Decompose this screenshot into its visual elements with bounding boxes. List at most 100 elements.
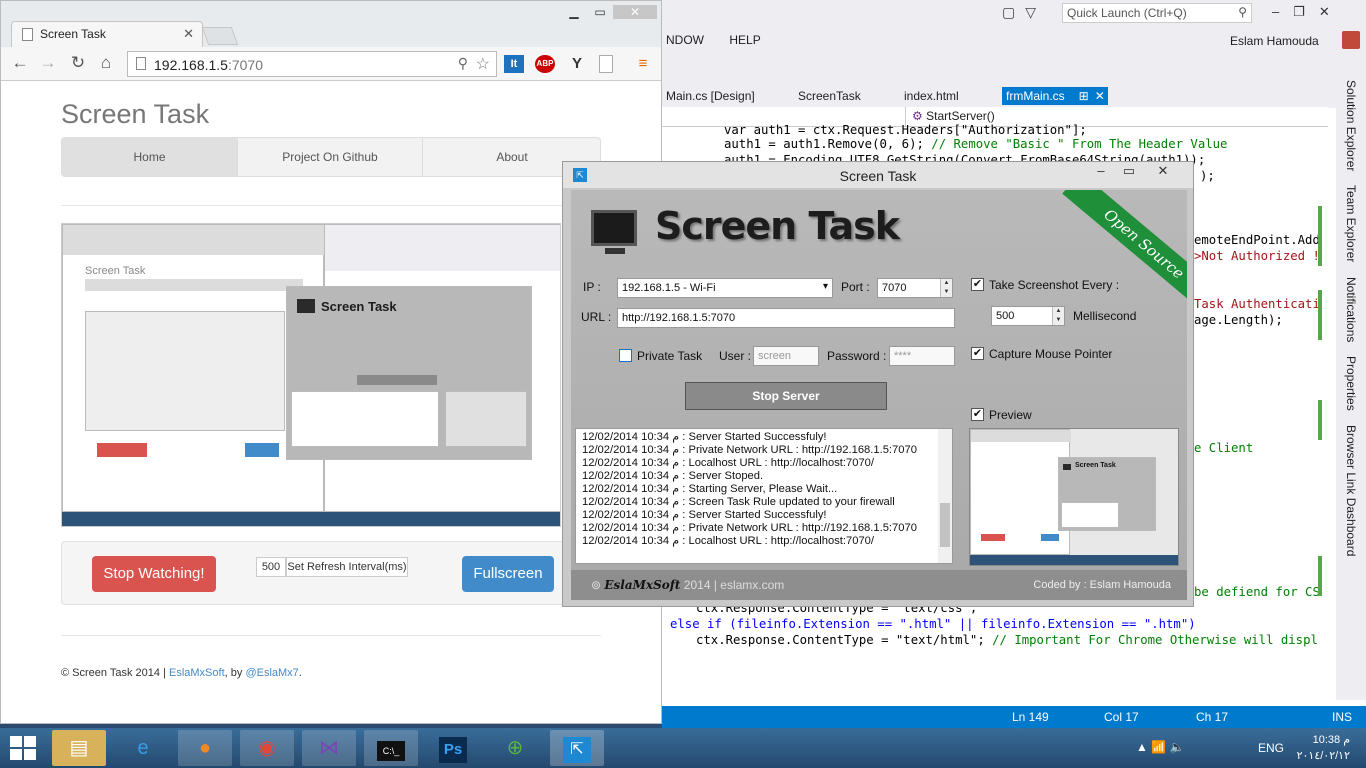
tab-main-design[interactable]: Main.cs [Design]	[662, 87, 759, 105]
reload-icon[interactable]: ↻	[67, 53, 89, 73]
vs-toolbar-icons[interactable]: ▢▽	[1002, 4, 1046, 21]
capture-mouse-checkbox[interactable]: ✔	[971, 347, 984, 360]
new-tab-button[interactable]	[202, 27, 239, 45]
footer-link-eslamxsoft[interactable]: EslaMxSoft	[169, 667, 225, 679]
port-spinner[interactable]: ▲▼	[940, 279, 952, 297]
menu-window[interactable]: NDOW	[666, 33, 704, 47]
network-icon[interactable]: 📶	[1151, 740, 1166, 754]
stop-server-button[interactable]: Stop Server	[685, 382, 887, 410]
minimize-icon[interactable]: –	[1272, 4, 1293, 19]
start-button[interactable]	[10, 736, 36, 760]
chrome-icon[interactable]: ◉	[240, 730, 294, 766]
url-field[interactable]: http://192.168.1.5:7070	[617, 308, 955, 328]
vs-menu-bar: NDOW HELP	[666, 33, 783, 47]
nav-home[interactable]: Home	[62, 138, 238, 176]
monitor-icon	[591, 210, 637, 246]
side-notifications[interactable]: Notifications	[1344, 277, 1358, 342]
extension-page-icon[interactable]	[599, 55, 613, 73]
internet-explorer-icon[interactable]: e	[116, 730, 170, 766]
log-scrollbar[interactable]	[938, 429, 952, 563]
visual-studio-icon[interactable]: ⋈	[302, 730, 356, 766]
pin-icon[interactable]: ⊞	[1079, 89, 1089, 103]
preview-checkbox[interactable]: ✔	[971, 408, 984, 421]
side-team-explorer[interactable]: Team Explorer	[1344, 185, 1358, 262]
clock[interactable]: 10:38 م٢٠١٤/٠٢/١٢	[1296, 732, 1350, 764]
interval-spinner[interactable]: ▲▼	[1052, 307, 1064, 325]
back-icon[interactable]: ←	[9, 53, 31, 73]
code-fragment: e Client	[1194, 440, 1253, 456]
zoom-icon[interactable]: ⚲	[458, 55, 468, 72]
page-nav: Home Project On Github About	[61, 137, 601, 177]
file-explorer-icon[interactable]: ▤	[52, 730, 106, 766]
download-manager-icon[interactable]: ⊕	[488, 730, 542, 766]
status-ch: Ch 17	[1196, 710, 1228, 724]
photoshop-icon[interactable]: Ps	[426, 730, 480, 766]
menu-icon[interactable]: ≡	[633, 55, 653, 73]
ip-label: IP :	[583, 280, 601, 294]
system-tray[interactable]: ▲ 📶 🔈	[1136, 740, 1184, 754]
fullscreen-button[interactable]: Fullscreen	[462, 556, 554, 592]
close-icon[interactable]: ✕	[613, 5, 657, 19]
screen-task-taskbar-icon[interactable]: ⇱	[550, 730, 604, 766]
maximize-icon[interactable]: ▭	[1115, 163, 1143, 179]
side-solution-explorer[interactable]: Solution Explorer	[1344, 80, 1358, 171]
vs-document-tabs: Main.cs [Design] ScreenTask index.html f…	[662, 87, 1342, 105]
show-hidden-icon[interactable]: ▲	[1136, 740, 1148, 754]
avatar[interactable]	[1342, 31, 1360, 49]
close-icon[interactable]: ✕	[1095, 89, 1105, 103]
footer-text: © Screen Task 2014 |	[61, 667, 169, 679]
nav-github[interactable]: Project On Github	[238, 138, 423, 176]
refresh-interval-input[interactable]: 500	[256, 557, 286, 577]
language-indicator[interactable]: ENG	[1258, 741, 1284, 755]
close-icon[interactable]: ✕	[1319, 4, 1344, 19]
tab-screentask[interactable]: ScreenTask	[794, 87, 865, 105]
side-properties[interactable]: Properties	[1344, 356, 1358, 411]
maximize-icon[interactable]: ❐	[1293, 4, 1319, 19]
feedback-icon[interactable]: ▢	[1002, 4, 1025, 20]
ip-select[interactable]: 192.168.1.5 - Wi-Fi▾	[617, 278, 833, 298]
extension-y-icon[interactable]: Y	[567, 55, 587, 73]
stop-watching-button[interactable]: Stop Watching!	[92, 556, 216, 592]
private-task-checkbox[interactable]	[619, 349, 632, 362]
minimize-icon[interactable]: ▁	[561, 5, 587, 19]
user-input[interactable]: screen	[753, 346, 819, 366]
close-icon[interactable]: ✕	[183, 26, 194, 42]
browser-tab[interactable]: Screen Task ✕	[11, 21, 203, 47]
vs-user-name[interactable]: Eslam Hamouda	[1230, 34, 1319, 48]
port-input[interactable]: 7070▲▼	[877, 278, 953, 298]
interval-unit-label: Mellisecond	[1073, 309, 1136, 323]
minimize-icon[interactable]: –	[1087, 163, 1115, 178]
quick-launch-input[interactable]: Quick Launch (Ctrl+Q)⚲	[1062, 3, 1252, 23]
bookmark-star-icon[interactable]: ☆	[476, 54, 490, 74]
server-log[interactable]: 12/02/2014 10:34 م : Server Started Succ…	[575, 428, 953, 564]
close-icon[interactable]: ✕	[1143, 163, 1183, 179]
tab-index-html[interactable]: index.html	[900, 87, 963, 105]
take-screenshot-checkbox[interactable]: ✔	[971, 278, 984, 291]
forward-icon[interactable]: →	[37, 53, 59, 73]
member-dropdown[interactable]: ⚙ StartServer()	[912, 109, 995, 123]
vs-window-controls[interactable]: –❐✕	[1272, 4, 1344, 20]
tab-frmmain-cs[interactable]: frmMain.cs⊞✕	[1002, 87, 1108, 105]
set-refresh-interval-button[interactable]: Set Refresh Interval(ms)	[286, 557, 408, 577]
clock-date: ٢٠١٤/٠٢/١٢	[1296, 748, 1350, 764]
status-ins: INS	[1332, 710, 1352, 724]
filter-icon[interactable]: ▽	[1025, 4, 1046, 20]
screenshot-interval-input[interactable]: 500▲▼	[991, 306, 1065, 326]
password-input[interactable]: ****	[889, 346, 955, 366]
side-browser-link[interactable]: Browser Link Dashboard	[1344, 425, 1358, 556]
menu-help[interactable]: HELP	[729, 33, 760, 47]
command-prompt-icon[interactable]: C:\_	[364, 730, 418, 766]
scrollbar-thumb[interactable]	[940, 503, 950, 547]
maximize-icon[interactable]: ▭	[587, 5, 613, 19]
volume-icon[interactable]: 🔈	[1170, 740, 1185, 754]
address-bar[interactable]: 192.168.1.5:7070 ⚲ ☆	[127, 51, 497, 77]
mini-preview	[445, 391, 527, 447]
home-icon[interactable]: ⌂	[95, 53, 117, 73]
adblock-icon[interactable]: ABP	[535, 55, 555, 73]
mini-taskbar	[62, 512, 561, 527]
user-label: User :	[719, 349, 751, 363]
extension-it-icon[interactable]: It	[504, 55, 524, 73]
firefox-icon[interactable]: ●	[178, 730, 232, 766]
footer-link-eslamx7[interactable]: @EslaMx7	[245, 667, 298, 679]
method-icon: ⚙	[912, 109, 923, 123]
